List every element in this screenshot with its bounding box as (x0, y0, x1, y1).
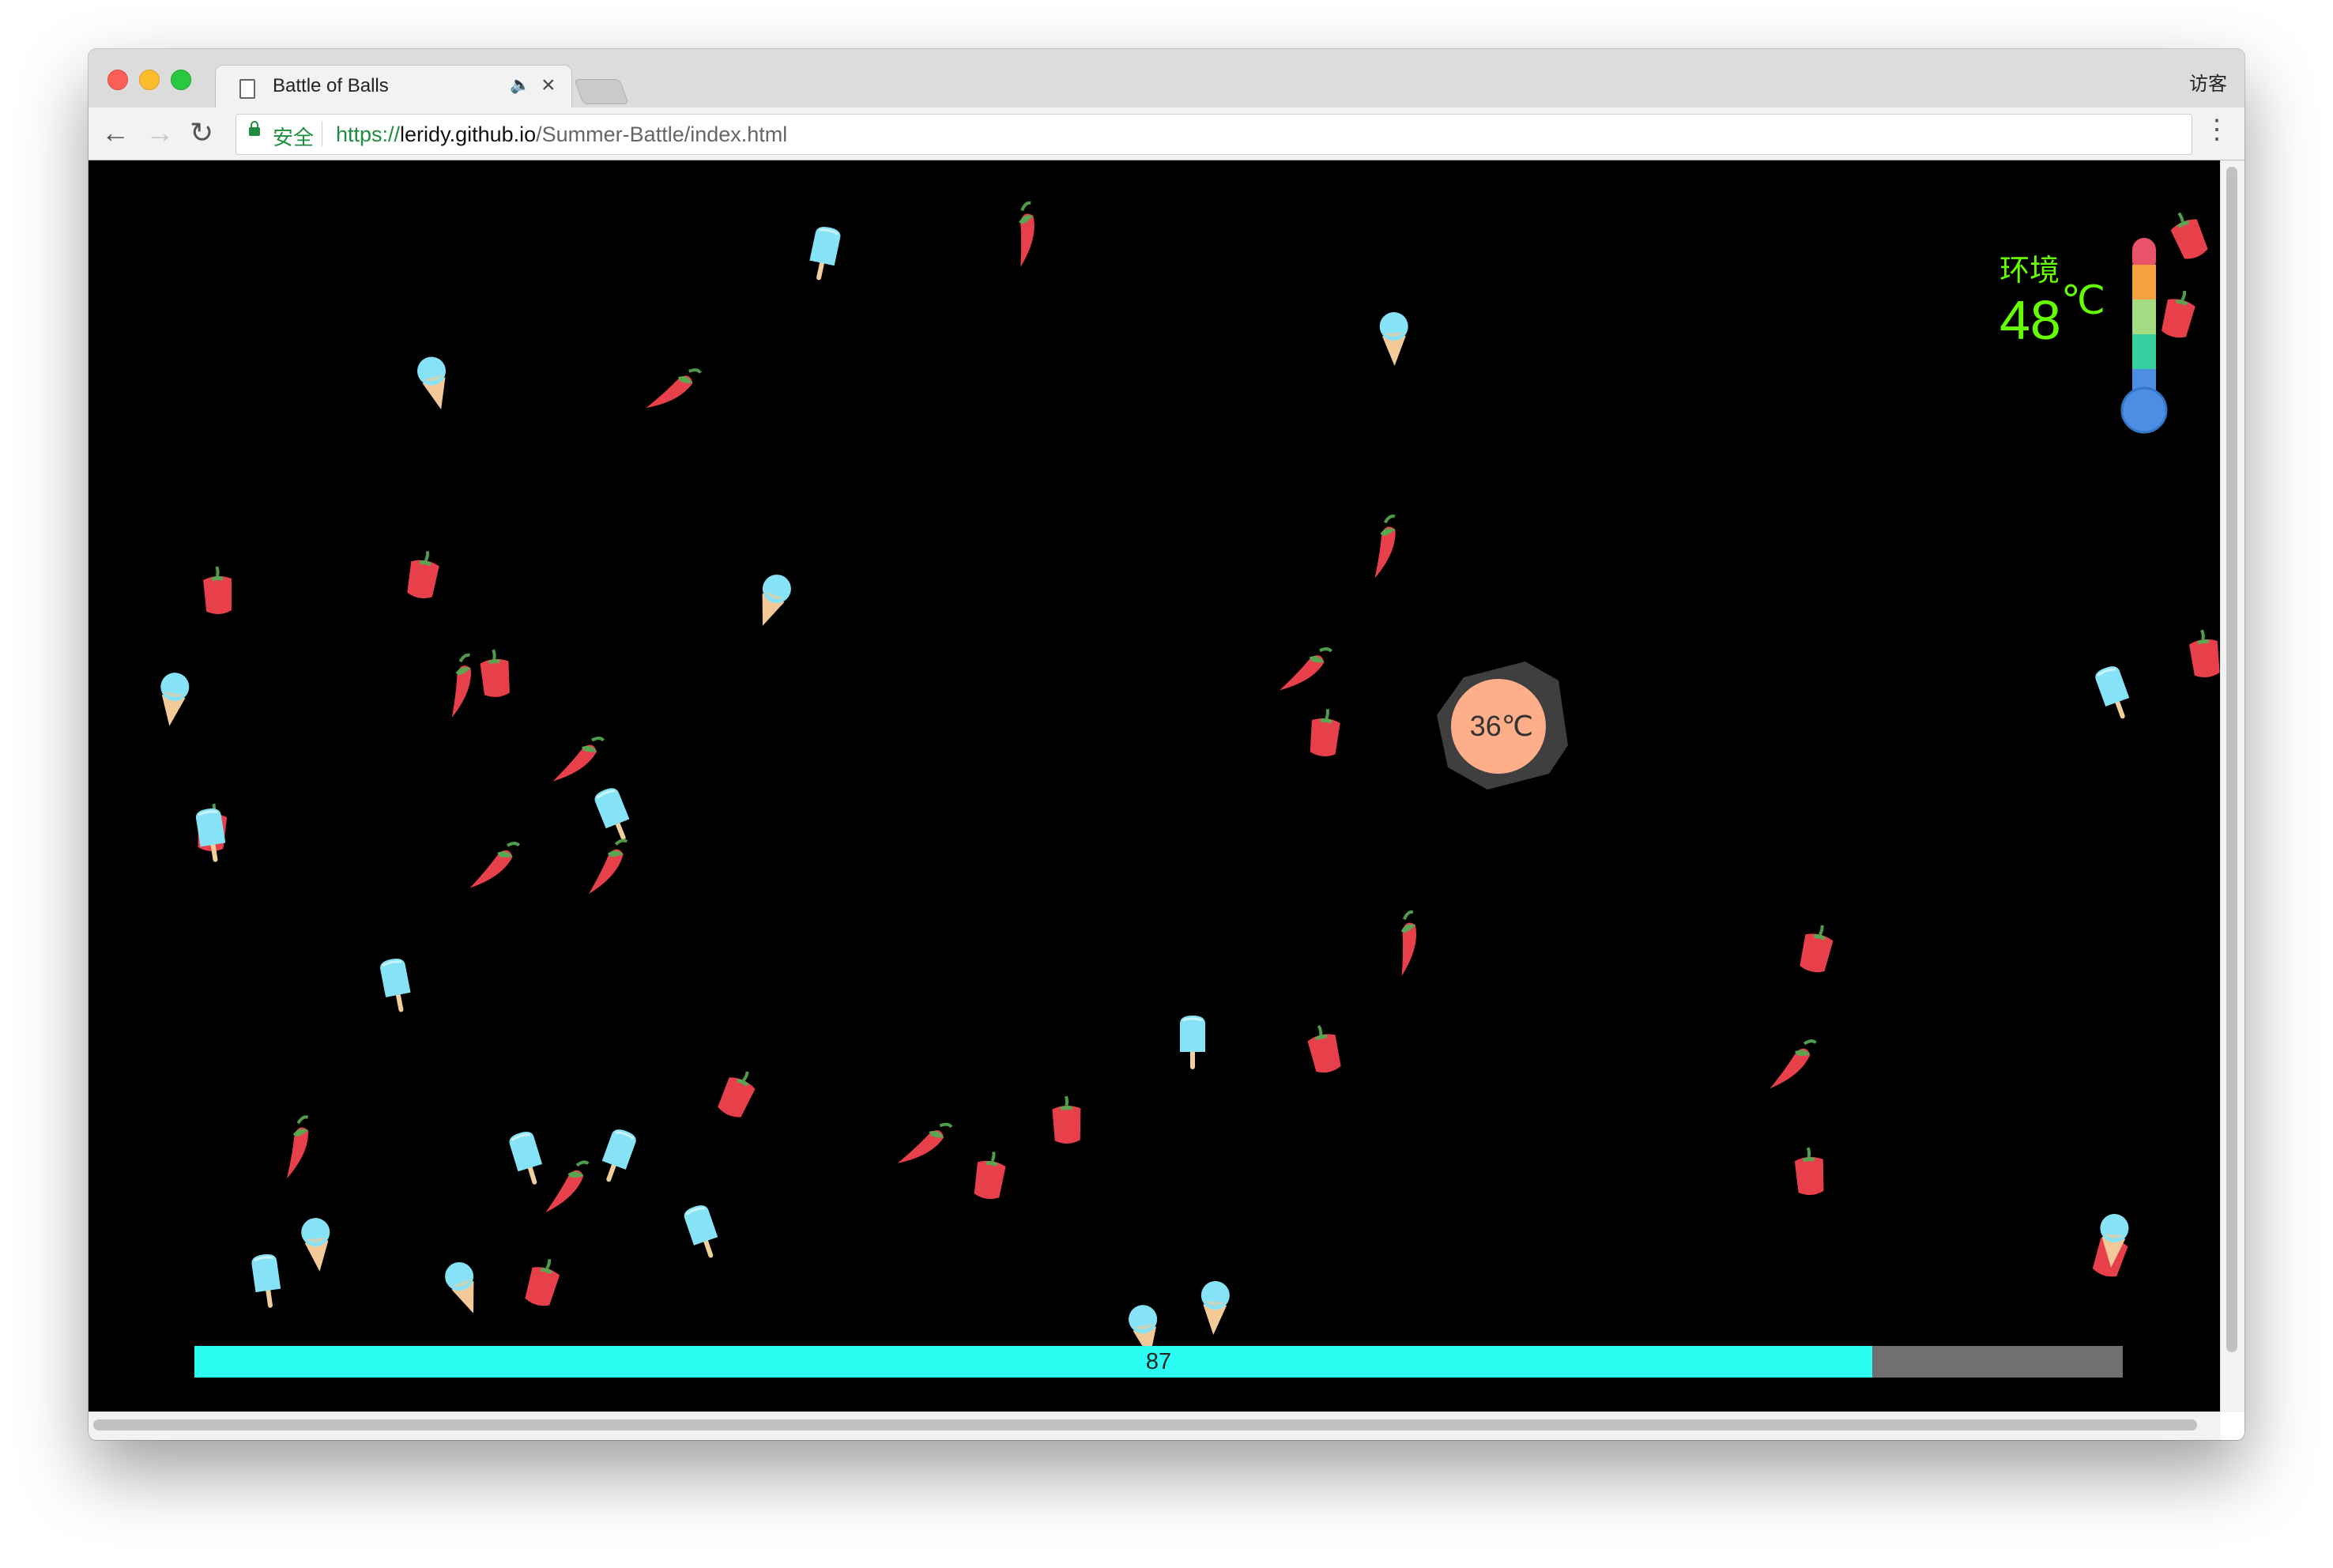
close-window-button[interactable] (107, 70, 128, 90)
popsicle-icon (677, 1198, 730, 1270)
thermometer-bulb (2120, 386, 2168, 434)
health-value: 87 (1145, 1349, 1172, 1374)
ambient-temp-value: 48 (1999, 289, 2061, 351)
url-path: /Summer-Battle/index.html (536, 122, 788, 146)
pepper-icon (1044, 1092, 1091, 1153)
horizontal-scrollbar[interactable] (89, 1412, 2221, 1440)
ambient-label: 环境 (1999, 254, 2060, 288)
vertical-scroll-thumb[interactable] (2226, 167, 2237, 1352)
chili-icon (578, 835, 635, 904)
pepper-icon (704, 1060, 769, 1132)
pepper-icon (194, 563, 242, 624)
game-canvas[interactable]: 环境 48℃ 36℃ 87 (89, 160, 2221, 1412)
speaker-icon[interactable]: 🔈 (510, 76, 530, 95)
thermometer-segment (2132, 265, 2156, 300)
icecream-icon (407, 346, 462, 421)
icecream-icon (1374, 306, 1414, 374)
chili-icon (632, 350, 710, 434)
pepper-icon (1299, 703, 1350, 767)
ambient-temp-unit: ℃ (2060, 278, 2106, 322)
tab-title: Battle of Balls (273, 75, 389, 96)
browser-toolbar: ← → ↻ 安全 https://leridy.github.io/Summer… (89, 107, 2244, 160)
icecream-icon (1193, 1274, 1236, 1344)
thermometer-segment (2132, 334, 2156, 369)
thermometer-segment (2132, 300, 2156, 334)
pepper-icon (396, 545, 450, 611)
zoom-window-button[interactable] (171, 70, 191, 90)
icecream-icon (741, 563, 802, 639)
more-menu-icon[interactable]: ⋮ (2203, 114, 2230, 145)
icecream-icon (294, 1210, 341, 1281)
popsicle-icon (1175, 1012, 1210, 1076)
close-icon[interactable]: × (541, 72, 556, 99)
address-bar[interactable]: 安全 https://leridy.github.io/Summer-Battl… (236, 114, 2192, 155)
popsicle-icon (800, 220, 847, 290)
lock-icon (249, 121, 260, 136)
chili-icon (1758, 1029, 1825, 1106)
player-temperature: 36℃ (1469, 710, 1534, 742)
popsicle-icon (374, 953, 420, 1023)
horizontal-scroll-thumb[interactable] (93, 1419, 2197, 1430)
health-bar: 87 (194, 1346, 2123, 1378)
pepper-icon (1788, 918, 1844, 986)
pepper-icon (1296, 1018, 1352, 1086)
popsicle-icon (589, 1122, 643, 1194)
ambient-temperature: 48℃ (1999, 278, 2105, 352)
back-arrow-icon[interactable]: ← (101, 115, 130, 150)
pepper-icon (1785, 1143, 1834, 1205)
security-label: 安全 (273, 126, 315, 149)
url-text[interactable]: https://leridy.github.io/Summer-Battle/i… (336, 122, 787, 147)
browser-window: Battle of Balls 🔈 × 访客 ← → ↻ 安全 https://… (89, 49, 2244, 1440)
tab-strip: Battle of Balls 🔈 × 访客 (89, 49, 2244, 110)
url-host: leridy.github.io (400, 122, 537, 146)
thermometer-icon (2120, 238, 2168, 434)
pepper-icon (513, 1250, 572, 1320)
document-icon (239, 79, 255, 99)
icecream-icon (2090, 1206, 2135, 1276)
chili-icon (533, 1153, 597, 1227)
profile-button[interactable]: 访客 (2189, 68, 2227, 96)
forward-arrow-icon[interactable]: → (145, 115, 174, 150)
new-tab-button[interactable] (574, 79, 629, 104)
chili-icon (261, 1110, 332, 1189)
chili-icon (457, 828, 528, 907)
page-viewport: 环境 48℃ 36℃ 87 (89, 160, 2244, 1440)
chili-icon (986, 195, 1064, 280)
icecream-icon (433, 1250, 494, 1327)
vertical-scrollbar[interactable] (2220, 160, 2244, 1412)
pepper-icon (2180, 624, 2221, 688)
popsicle-icon (246, 1249, 289, 1317)
chili-icon (1348, 510, 1420, 590)
chili-icon (884, 1105, 961, 1188)
url-scheme: https:// (336, 122, 401, 146)
reload-icon[interactable]: ↻ (190, 115, 213, 150)
pepper-icon (963, 1145, 1016, 1211)
popsicle-icon (2087, 659, 2142, 731)
chili-icon (1266, 631, 1340, 713)
player-ball[interactable]: 36℃ (1432, 657, 1571, 796)
chili-icon (1368, 904, 1446, 988)
icecream-icon (149, 664, 197, 736)
minimize-window-button[interactable] (139, 70, 160, 90)
tab-battle-of-balls[interactable]: Battle of Balls 🔈 × (215, 65, 572, 110)
